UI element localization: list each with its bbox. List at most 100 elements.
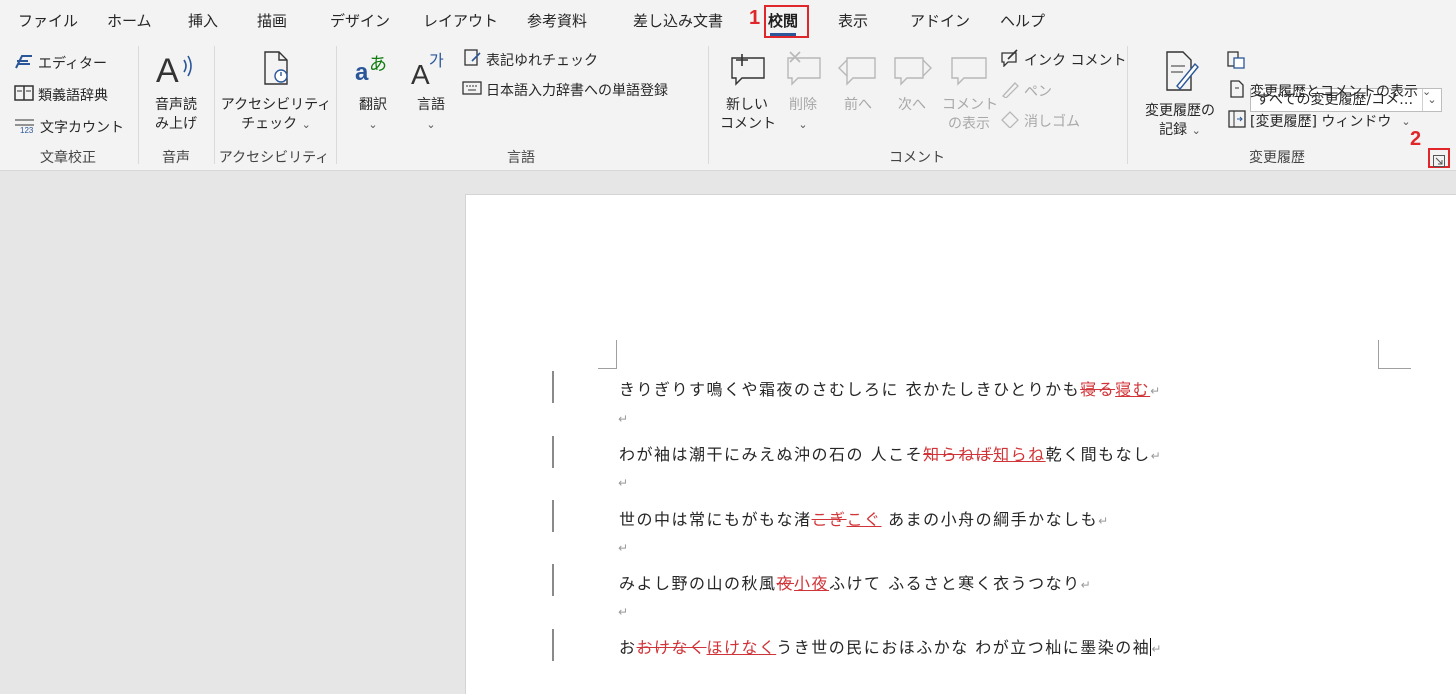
tab-view[interactable]: 表示 bbox=[838, 10, 868, 31]
word-count-label: 文字カウント bbox=[40, 120, 124, 136]
track-changes-label-1: 変更履歴の bbox=[1145, 103, 1215, 119]
group-separator bbox=[214, 46, 215, 164]
accessibility-check-button[interactable]: アクセシビリティチェック ⌄ bbox=[220, 50, 332, 134]
show-markup-button[interactable]: 変更履歴とコメントの表示 ⌄ bbox=[1228, 80, 1431, 102]
ime-dictionary-label: 日本語入力辞書への単語登録 bbox=[486, 83, 668, 99]
ribbon: エディター 類義語辞典 123 文字カウント 文章校正 A 音声読 み上げ 音声 … bbox=[0, 40, 1456, 171]
translate-label: 翻訳 bbox=[359, 97, 387, 113]
tab-home[interactable]: ホーム bbox=[107, 10, 152, 31]
ime-dictionary-button[interactable]: 日本語入力辞書への単語登録 bbox=[462, 80, 668, 100]
editor-label: エディター bbox=[38, 56, 108, 72]
tab-addins[interactable]: アドイン bbox=[910, 10, 970, 31]
group-accessibility: アクセシビリティ bbox=[218, 150, 330, 166]
line-text: ふけて ふるさと寒く衣うつなり bbox=[829, 574, 1081, 593]
previous-comment-icon bbox=[834, 50, 882, 92]
next-comment-button[interactable]: 次へ bbox=[888, 50, 936, 115]
group-tracking: 変更履歴 bbox=[1249, 150, 1305, 166]
pen-label: ペン bbox=[1024, 84, 1052, 100]
document-line-4[interactable]: みよし野の山の秋風夜小夜ふけて ふるさと寒く衣うつなり↵ bbox=[619, 570, 1091, 594]
paragraph-mark: ↵ bbox=[618, 541, 629, 555]
accessibility-label-2: チェック bbox=[241, 116, 298, 132]
change-bar bbox=[552, 371, 554, 403]
tab-insert[interactable]: 挿入 bbox=[188, 10, 218, 31]
change-bar bbox=[552, 629, 554, 661]
chevron-down-icon: ⌄ bbox=[368, 118, 378, 131]
tab-design[interactable]: デザイン bbox=[330, 10, 390, 31]
new-comment-label-1: 新しい bbox=[726, 97, 768, 113]
paragraph-mark: ↵ bbox=[1150, 384, 1161, 398]
line-text: みよし野の山の秋風 bbox=[619, 574, 777, 593]
dialog-launcher-icon bbox=[1433, 155, 1445, 167]
tracking-options-launcher[interactable] bbox=[1433, 152, 1445, 171]
line-text: わが袖は潮干にみえぬ沖の石の 人こそ bbox=[619, 445, 924, 464]
show-comments-label-2: の表示 bbox=[948, 116, 990, 132]
paragraph-mark: ↵ bbox=[1150, 449, 1161, 463]
editor-button[interactable]: エディター bbox=[14, 52, 107, 74]
line-text: きりぎりす鳴くや霜夜のさむしろに 衣かたしきひとりかも bbox=[619, 380, 1081, 399]
ribbon-tab-bar: ファイル ホーム 挿入 描画 デザイン レイアウト 参考資料 差し込み文書 校閲… bbox=[0, 0, 1456, 40]
language-button[interactable]: A가 言語 ⌄ bbox=[408, 50, 454, 134]
inserted-text: 小夜 bbox=[794, 574, 830, 593]
book-icon bbox=[14, 84, 34, 106]
thesaurus-button[interactable]: 類義語辞典 bbox=[14, 84, 108, 106]
track-changes-label-2: 記録 bbox=[1159, 122, 1188, 138]
track-changes-button[interactable]: 変更履歴の記録 ⌄ bbox=[1138, 50, 1222, 140]
document-line-3[interactable]: 世の中は常にもがもな渚こぎこぐ あまの小舟の綱手かなしも↵ bbox=[619, 506, 1108, 530]
inserted-text: 知らね bbox=[993, 445, 1046, 464]
notation-check-label: 表記ゆれチェック bbox=[486, 53, 598, 69]
new-comment-button[interactable]: 新しい コメント bbox=[720, 50, 776, 134]
show-markup-label: 変更履歴とコメントの表示 bbox=[1250, 84, 1418, 100]
eraser-icon bbox=[1000, 110, 1020, 132]
tab-file[interactable]: ファイル bbox=[18, 10, 78, 31]
chevron-down-icon: ⌄ bbox=[798, 118, 808, 131]
reviewing-pane-button[interactable]: [変更履歴] ウィンドウ ⌄ bbox=[1228, 110, 1411, 132]
eraser-button[interactable]: 消しゴム bbox=[1000, 110, 1080, 132]
paragraph-mark: ↵ bbox=[618, 412, 629, 426]
pen-button[interactable]: ペン bbox=[1000, 80, 1052, 102]
word-count-button[interactable]: 123 文字カウント bbox=[14, 116, 124, 138]
tab-layout[interactable]: レイアウト bbox=[423, 10, 498, 31]
ink-comment-button[interactable]: インク コメント bbox=[1000, 49, 1126, 71]
show-comments-button[interactable]: コメント の表示 bbox=[942, 50, 998, 134]
deleted-text: 夜 bbox=[776, 574, 795, 593]
ink-comment-label: インク コメント bbox=[1024, 53, 1127, 69]
paragraph-mark: ↵ bbox=[1098, 514, 1109, 528]
notation-check-button[interactable]: 表記ゆれチェック bbox=[462, 49, 598, 71]
accessibility-label-1: アクセシビリティ bbox=[220, 97, 332, 113]
read-aloud-icon: A bbox=[147, 50, 205, 92]
svg-text:a: a bbox=[355, 59, 369, 86]
line-text: 乾く間もなし bbox=[1045, 445, 1151, 464]
chevron-down-icon: ⌄ bbox=[1191, 124, 1201, 137]
delete-comment-label: 削除 bbox=[789, 97, 817, 113]
tab-mailings[interactable]: 差し込み文書 bbox=[633, 10, 723, 31]
display-for-review-icon bbox=[1226, 50, 1246, 74]
group-separator bbox=[138, 46, 139, 164]
paragraph-mark: ↵ bbox=[1080, 578, 1091, 592]
review-tab-highlight bbox=[764, 5, 809, 38]
paragraph-mark: ↵ bbox=[618, 605, 629, 619]
word-count-icon: 123 bbox=[14, 116, 36, 138]
language-label: 言語 bbox=[417, 97, 445, 113]
chevron-down-icon: ⌄ bbox=[301, 118, 311, 131]
svg-text:가: 가 bbox=[429, 51, 444, 70]
inserted-text: 寝む bbox=[1115, 380, 1151, 399]
change-bar bbox=[552, 500, 554, 532]
svg-text:A: A bbox=[411, 59, 430, 86]
translate-button[interactable]: aあ 翻訳 ⌄ bbox=[348, 50, 398, 134]
chevron-down-icon: ⌄ bbox=[1401, 114, 1411, 128]
next-comment-label: 次へ bbox=[898, 97, 926, 113]
previous-comment-button[interactable]: 前へ bbox=[834, 50, 882, 115]
document-line-2[interactable]: わが袖は潮干にみえぬ沖の石の 人こそ知らねば知らね乾く間もなし↵ bbox=[619, 441, 1161, 465]
document-line-1[interactable]: きりぎりす鳴くや霜夜のさむしろに 衣かたしきひとりかも寝る寝む↵ bbox=[619, 376, 1160, 400]
document-line-5[interactable]: おおけなくほけなくうき世の民におほふかな わが立つ杣に墨染の袖↵ bbox=[619, 634, 1161, 658]
svg-text:123: 123 bbox=[20, 126, 34, 134]
tab-references[interactable]: 参考資料 bbox=[527, 10, 587, 31]
delete-comment-button[interactable]: 削除 ⌄ bbox=[778, 50, 828, 134]
thesaurus-label: 類義語辞典 bbox=[38, 88, 108, 104]
accessibility-document-icon bbox=[220, 50, 332, 92]
tab-draw[interactable]: 描画 bbox=[257, 10, 287, 31]
tab-help[interactable]: ヘルプ bbox=[1000, 10, 1045, 31]
new-comment-icon bbox=[720, 50, 774, 92]
deleted-text: 寝る bbox=[1080, 380, 1116, 399]
read-aloud-button[interactable]: A 音声読 み上げ bbox=[147, 50, 205, 134]
